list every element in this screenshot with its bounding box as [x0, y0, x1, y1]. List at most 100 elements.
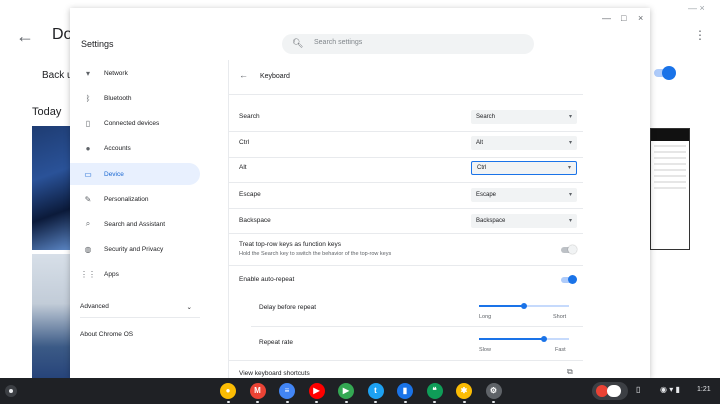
sidebar-item-connected-devices[interactable]: ▯ Connected devices: [70, 112, 200, 134]
photos-icon[interactable]: ✱: [456, 383, 472, 399]
twitter-icon[interactable]: t: [367, 383, 384, 399]
shelf: ● M ≡ ▶ ▶ t ▮ ❝ ✱ ⚙ ▯ ◉ ▾ ▮ 1:21: [0, 378, 720, 404]
slider-thumb[interactable]: [540, 336, 547, 342]
sidebar-item-label: Personalization: [104, 195, 149, 203]
clock[interactable]: 1:21: [697, 386, 711, 393]
sidebar-item-apps[interactable]: ⋮⋮ Apps: [70, 263, 200, 285]
delay-label: Delay before repeat: [259, 304, 317, 311]
keyboard-settings-panel: ← Keyboard Search Search ▾ Ctrl Alt ▾ Al…: [228, 60, 583, 378]
sidebar-item-label: Bluetooth: [104, 94, 132, 102]
background-app-subtitle: Back u: [42, 70, 73, 81]
sidebar-item-network[interactable]: ▾ Network: [70, 62, 200, 84]
sidebar-item-label: Search and Assistant: [104, 220, 166, 228]
gmail-icon[interactable]: M: [249, 383, 266, 399]
back-arrow-icon[interactable]: ←: [239, 70, 248, 80]
sidebar-item-search-and-assistant[interactable]: ⌕ Search and Assistant: [70, 213, 200, 235]
launcher-button[interactable]: [5, 385, 17, 397]
sidebar-item-label: Accounts: [104, 144, 131, 152]
divider: [229, 182, 583, 183]
hangouts-icon[interactable]: ❝: [426, 383, 443, 399]
rate-label: Repeat rate: [259, 339, 293, 346]
rate-max-label: Fast: [555, 347, 566, 353]
pencil-icon: ✎: [84, 194, 92, 204]
select-value: Escape: [476, 192, 497, 198]
chrome-icon[interactable]: ●: [220, 383, 236, 399]
apps-grid-icon: ⋮⋮: [80, 269, 96, 279]
running-indicator: [492, 401, 495, 403]
escape-key-select[interactable]: Escape ▾: [471, 188, 577, 202]
sidebar-item-label: Network: [104, 69, 128, 77]
running-indicator: [344, 401, 348, 403]
sidebar-advanced[interactable]: Advanced ⌄: [80, 303, 192, 311]
alt-key-select[interactable]: Ctrl ▾: [471, 161, 577, 175]
rate-min-label: Slow: [479, 347, 491, 353]
backspace-key-select[interactable]: Backspace ▾: [471, 214, 577, 228]
photo-thumbnail[interactable]: [32, 126, 70, 250]
sidebar-item-accounts[interactable]: ● Accounts: [70, 137, 200, 159]
divider: [251, 326, 583, 327]
settings-sidebar: ▾ Network ᛒ Bluetooth ▯ Connected device…: [70, 60, 222, 378]
ctrl-key-select[interactable]: Alt ▾: [471, 136, 577, 150]
settings-title: Settings: [81, 39, 114, 49]
backup-toggle[interactable]: [654, 66, 676, 80]
rate-slider[interactable]: [479, 336, 569, 342]
sidebar-item-personalization[interactable]: ✎ Personalization: [70, 188, 200, 210]
open-in-new-icon[interactable]: ⧉: [567, 367, 573, 377]
divider: [229, 360, 583, 361]
person-icon: ●: [85, 143, 91, 153]
screenshot-thumbnail[interactable]: [650, 128, 690, 250]
sidebar-divider: [80, 317, 200, 318]
background-window-controls[interactable]: — ×: [688, 3, 705, 13]
settings-window: Settings 🔍︎ Search settings — □ × ▾ Netw…: [70, 8, 650, 378]
running-indicator: [315, 401, 318, 403]
sidebar-item-label: Device: [104, 170, 124, 178]
sidebar-item-label: Security and Privacy: [104, 245, 164, 253]
settings-icon[interactable]: ⚙: [485, 383, 502, 399]
more-menu-icon[interactable]: ⋮: [694, 28, 706, 42]
page-title: ← Keyboard: [239, 70, 290, 80]
sidebar-item-device[interactable]: ▭ Device: [70, 163, 200, 185]
play-store-icon[interactable]: ▶: [338, 383, 354, 399]
holding-space-pod[interactable]: [592, 382, 628, 400]
running-indicator: [285, 401, 289, 403]
status-icons[interactable]: ◉ ▾ ▮: [660, 385, 680, 394]
delay-slider[interactable]: [479, 303, 569, 309]
function-keys-toggle[interactable]: [561, 245, 577, 255]
sidebar-item-security-and-privacy[interactable]: ◍ Security and Privacy: [70, 238, 200, 260]
back-arrow-icon[interactable]: ←: [16, 26, 34, 47]
settings-header: Settings 🔍︎ Search settings — □ ×: [70, 8, 650, 60]
advanced-label: Advanced: [80, 303, 109, 310]
globe-icon: ◍: [84, 244, 92, 254]
remap-label-escape: Escape: [239, 191, 261, 198]
select-value: Ctrl: [477, 165, 487, 171]
phone-hub-icon[interactable]: ▯: [636, 385, 640, 394]
remap-label-search: Search: [239, 113, 260, 120]
chevron-down-icon: ⌄: [186, 304, 192, 311]
files-icon[interactable]: ▮: [397, 383, 413, 399]
minimize-button[interactable]: —: [602, 13, 611, 23]
search-input[interactable]: 🔍︎ Search settings: [282, 34, 534, 54]
search-icon: ⌕: [85, 219, 91, 228]
maximize-button[interactable]: □: [621, 13, 626, 23]
divider: [229, 157, 583, 158]
running-indicator: [403, 401, 407, 403]
auto-repeat-label: Enable auto-repeat: [239, 276, 295, 283]
phone-icon: ▯: [85, 118, 91, 128]
laptop-icon: ▭: [84, 169, 92, 179]
sidebar-item-label: Apps: [104, 270, 119, 278]
keyboard-title: Keyboard: [259, 73, 290, 80]
view-shortcuts-link[interactable]: View keyboard shortcuts: [239, 370, 310, 377]
search-key-select[interactable]: Search ▾: [471, 110, 577, 124]
sidebar-item-bluetooth[interactable]: ᛒ Bluetooth: [70, 87, 200, 109]
photo-thumbnail[interactable]: [32, 254, 70, 378]
auto-repeat-toggle[interactable]: [561, 275, 577, 285]
running-indicator: [462, 401, 466, 403]
slider-thumb[interactable]: [521, 303, 527, 309]
youtube-icon[interactable]: ▶: [308, 383, 325, 399]
sidebar-item-about[interactable]: About Chrome OS: [80, 331, 133, 338]
caret-down-icon: ▾: [568, 114, 572, 120]
close-button[interactable]: ×: [638, 13, 643, 23]
remap-label-ctrl: Ctrl: [239, 139, 250, 146]
docs-icon[interactable]: ≡: [279, 383, 295, 399]
bluetooth-icon: ᛒ: [85, 93, 91, 103]
